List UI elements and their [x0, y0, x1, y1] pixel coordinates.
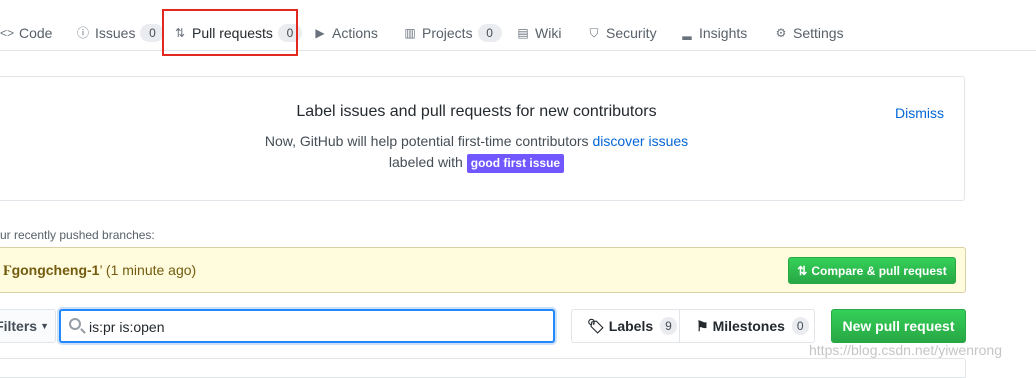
- search-field[interactable]: [59, 309, 555, 343]
- banner-text: Now, GitHub will help potential first-ti…: [264, 133, 593, 149]
- issues-counter: 0: [140, 24, 165, 42]
- dismiss-button[interactable]: Dismiss: [895, 105, 944, 121]
- projects-counter: 0: [477, 24, 502, 42]
- tab-label: Insights: [699, 25, 748, 41]
- tab-label: Issues: [95, 25, 136, 41]
- milestones-label: Milestones: [712, 318, 785, 334]
- tab-label: Actions: [332, 25, 378, 41]
- tab-label: Settings: [793, 25, 844, 41]
- banner-text-line2: labeled with good first issue: [0, 154, 954, 173]
- labels-counter: 9: [660, 317, 677, 335]
- banner-text-line1: Now, GitHub will help potential first-ti…: [0, 133, 954, 149]
- issue-icon: ⓘ: [76, 26, 89, 40]
- play-icon: ▶: [315, 26, 325, 40]
- pull-request-icon: ⇅: [797, 263, 808, 278]
- compare-label: Compare & pull request: [811, 263, 947, 278]
- banner-title: Label issues and pull requests for new c…: [296, 103, 657, 120]
- tab-actions[interactable]: ▶ Actions: [313, 18, 378, 48]
- recent-branch-notice: 𝟊gongcheng-1’ (1 minute ago) ⇅ Compare &…: [0, 247, 966, 293]
- book-icon: ▤: [517, 26, 529, 40]
- pull-request-list: [0, 358, 966, 378]
- tab-label: Projects: [422, 25, 473, 41]
- tab-insights[interactable]: ▂ Insights: [680, 18, 747, 48]
- gear-icon: ⚙: [775, 26, 787, 40]
- recent-branches-title: ur recently pushed branches:: [0, 228, 155, 242]
- project-icon: ▥: [404, 26, 416, 40]
- tab-label: Security: [606, 25, 657, 41]
- banner-text: labeled with: [388, 154, 467, 170]
- milestones-counter: 0: [791, 317, 809, 335]
- tag-icon: 🏷: [587, 317, 605, 334]
- new-pull-request-button[interactable]: New pull request: [831, 309, 966, 343]
- labels-label: Labels: [608, 318, 654, 334]
- new-contributors-banner: Label issues and pull requests for new c…: [0, 76, 965, 201]
- branch-time: ’ (1 minute ago): [99, 262, 197, 278]
- tab-label: Wiki: [535, 25, 562, 41]
- branch-name[interactable]: gongcheng-1: [12, 262, 100, 278]
- tab-code[interactable]: <> Code: [0, 18, 52, 48]
- compare-pull-request-button[interactable]: ⇅ Compare & pull request: [788, 257, 956, 284]
- tab-wiki[interactable]: ▤ Wiki: [516, 18, 561, 48]
- graph-icon: ▂: [682, 26, 692, 40]
- highlight-box: [162, 9, 298, 56]
- branch-icon: 𝟊: [3, 262, 12, 278]
- code-icon: <>: [0, 26, 15, 40]
- tab-projects[interactable]: ▥ Projects 0: [403, 18, 502, 48]
- caret-down-icon: ▼: [40, 321, 49, 331]
- labels-button[interactable]: 🏷 Labels 9: [571, 309, 679, 343]
- repo-nav: <> Code ⓘ Issues 0 ⇅ Pull requests 0 ▶ A…: [0, 0, 1036, 51]
- good-first-issue-label[interactable]: good first issue: [466, 154, 565, 173]
- tab-security[interactable]: ⛉ Security: [587, 18, 657, 48]
- filters-button[interactable]: Filters ▼: [0, 309, 56, 343]
- tab-issues[interactable]: ⓘ Issues 0: [76, 18, 165, 48]
- tab-label: Code: [19, 25, 53, 41]
- shield-icon: ⛉: [589, 26, 599, 40]
- milestone-icon: ⚑: [696, 317, 709, 334]
- milestones-button[interactable]: ⚑ Milestones 0: [679, 309, 815, 343]
- watermark: https://blog.csdn.net/yiwenrong: [809, 342, 1003, 358]
- search-icon: [69, 318, 81, 330]
- search-input[interactable]: [89, 317, 529, 337]
- branch-info: 𝟊gongcheng-1’ (1 minute ago): [3, 262, 196, 279]
- filters-label: Filters: [0, 318, 38, 334]
- discover-issues-link[interactable]: discover issues: [592, 133, 688, 149]
- tab-settings[interactable]: ⚙ Settings: [774, 18, 844, 48]
